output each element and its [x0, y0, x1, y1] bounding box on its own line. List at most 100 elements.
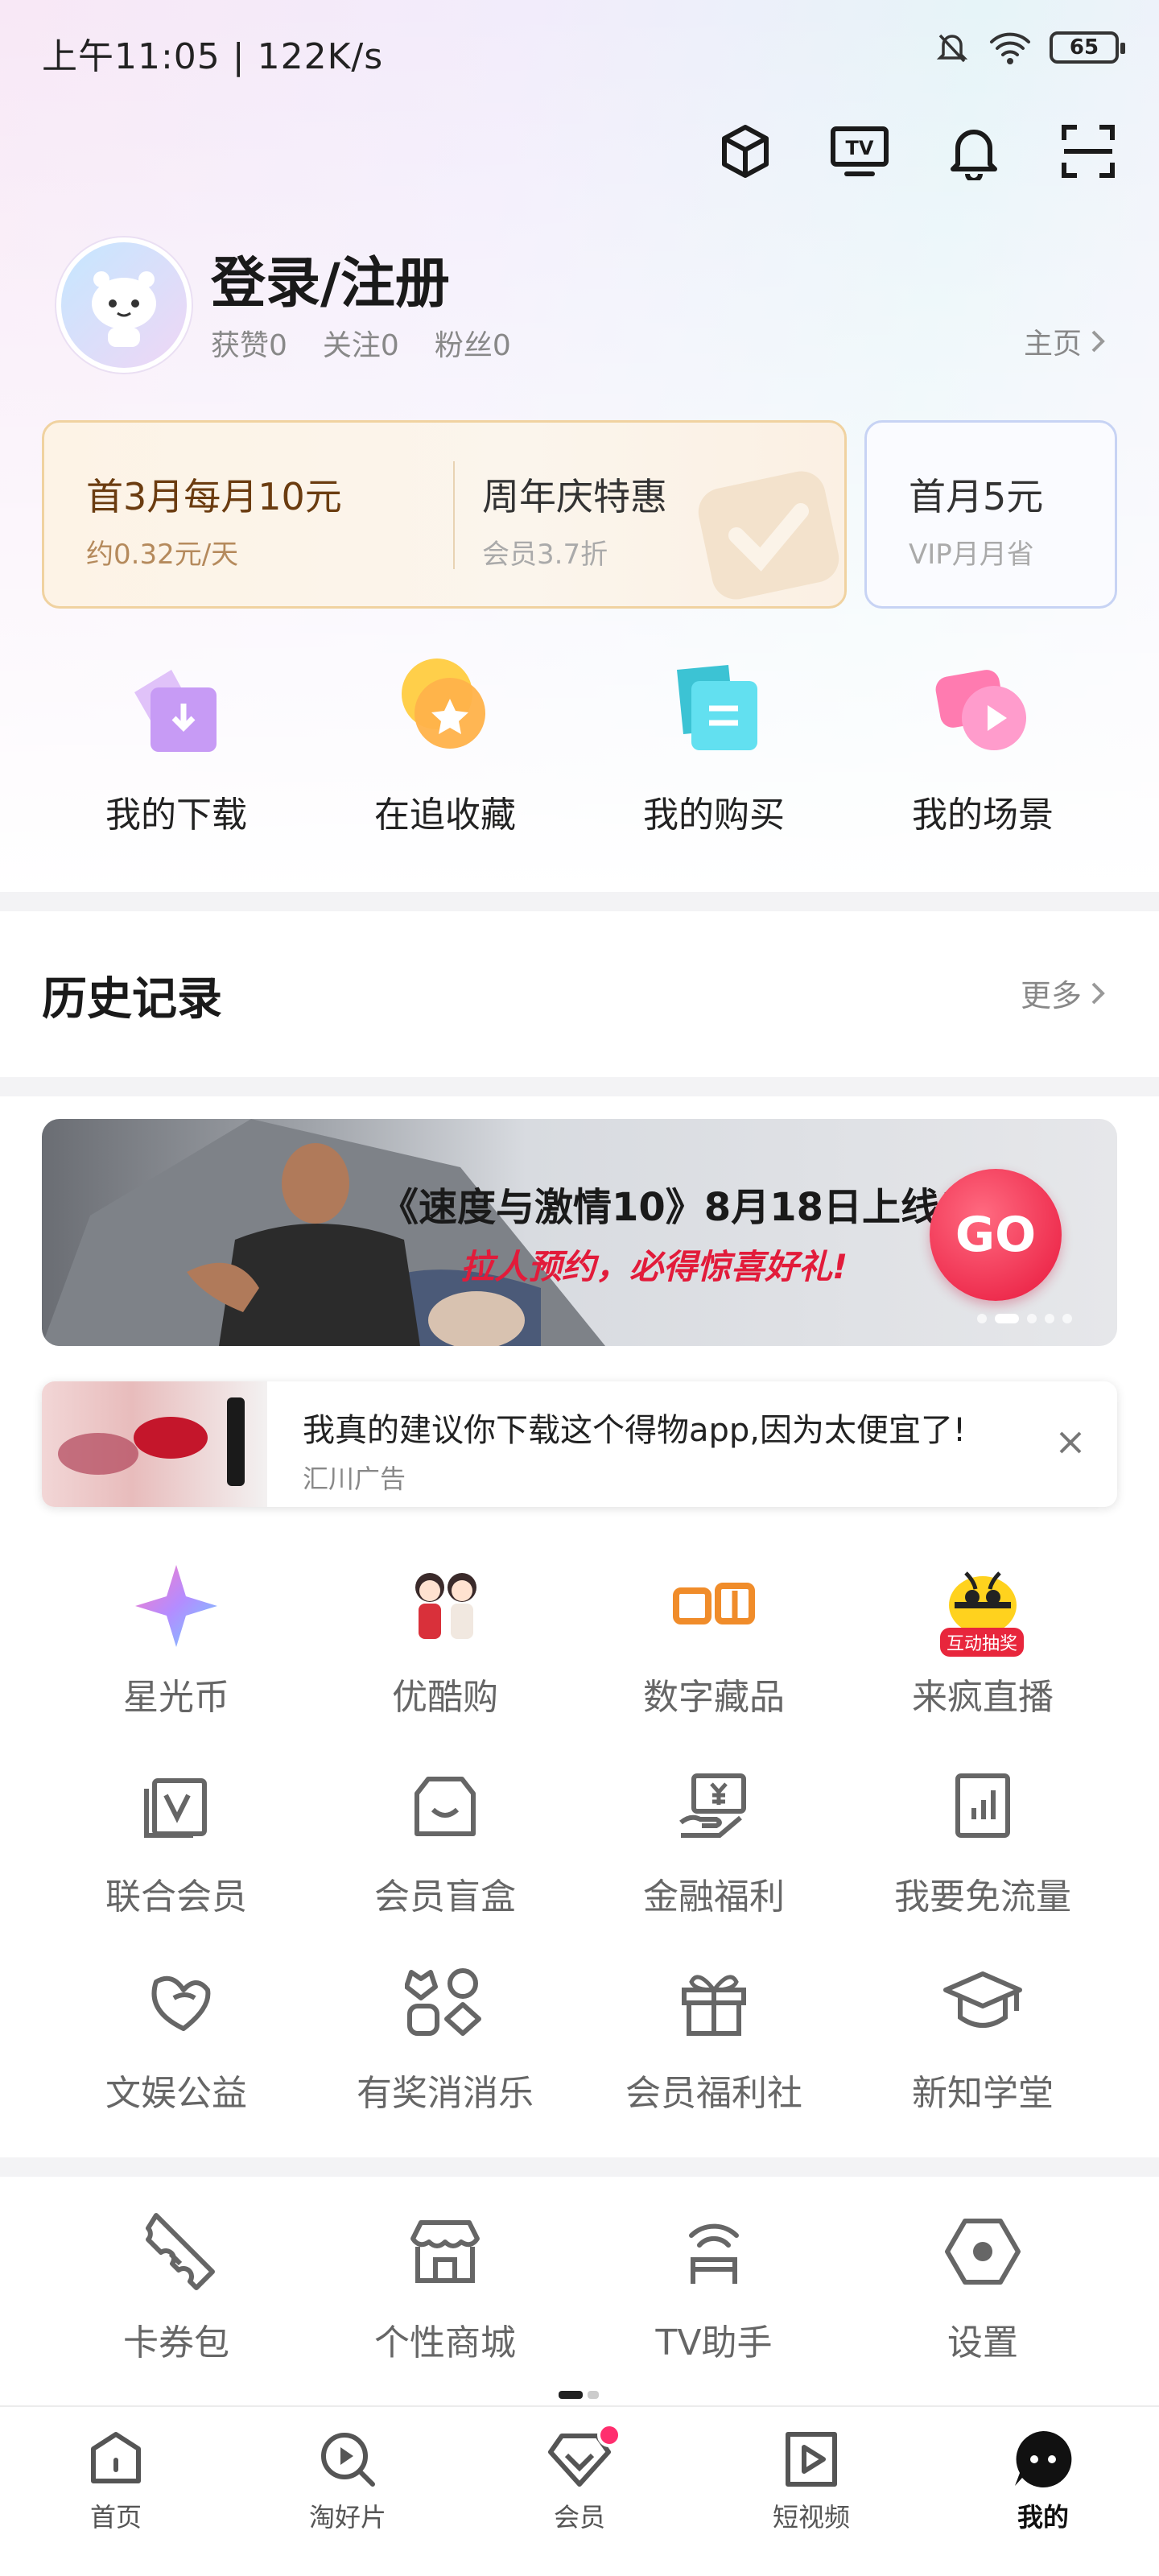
tool-settings[interactable]: 设置 — [848, 2207, 1117, 2365]
vip-offer-title: 首月5元 — [909, 475, 1044, 518]
tv-icon[interactable]: TV — [829, 121, 890, 182]
service-mystery-box[interactable]: 会员盲盒 — [311, 1761, 580, 1919]
cube-icon[interactable] — [715, 121, 776, 182]
service-welfare-club[interactable]: 会员福利社 — [580, 1958, 848, 2116]
service-label: 数字藏品 — [643, 1677, 785, 1718]
history-title: 历史记录 — [42, 973, 222, 1026]
carousel-indicator — [977, 1314, 1072, 1323]
ad-text: 我真的建议你下载这个得物app,因为太便宜了! — [303, 1412, 967, 1449]
scan-icon[interactable] — [1058, 121, 1119, 182]
service-match-game[interactable]: 有奖消消乐 — [311, 1958, 580, 2116]
service-star-coin[interactable]: 星光币 — [42, 1562, 311, 1719]
quick-item-label: 在追收藏 — [374, 795, 516, 836]
quick-item-scenes[interactable]: 我的场景 — [848, 652, 1117, 837]
service-youku-shop[interactable]: 优酷购 — [311, 1562, 580, 1719]
section-divider — [0, 2157, 1159, 2177]
ad-card[interactable]: 我真的建议你下载这个得物app,因为太便宜了! 汇川广告 — [42, 1381, 1117, 1507]
banner-subline: 拉人预约，必得惊喜好礼! — [460, 1247, 848, 1286]
homepage-link[interactable]: 主页 — [1024, 320, 1107, 362]
bottom-tab-bar: 首页 淘好片 会员 短视频 我的 — [0, 2405, 1159, 2576]
quick-item-purchases[interactable]: 我的购买 — [580, 652, 848, 837]
couple-figures-icon — [401, 1562, 489, 1650]
digital-collectible-icon — [670, 1562, 758, 1650]
service-charity[interactable]: 文娱公益 — [42, 1958, 311, 2116]
joint-member-icon — [132, 1761, 221, 1850]
history-more-link[interactable]: 更多 — [1021, 971, 1107, 1015]
vip-offer-anniversary[interactable]: 周年庆特惠 会员3.7折 — [482, 468, 667, 572]
page-dot-active — [559, 2391, 583, 2399]
service-label: 新知学堂 — [912, 2073, 1054, 2114]
tab-home[interactable]: 首页 — [0, 2407, 232, 2576]
quick-item-favorites[interactable]: 在追收藏 — [311, 652, 580, 837]
status-icons: 65 — [934, 29, 1125, 66]
tab-mine[interactable]: 我的 — [927, 2407, 1159, 2576]
tools-page-indicator — [559, 2391, 599, 2399]
homepage-label: 主页 — [1023, 328, 1082, 361]
mine-icon — [1015, 2430, 1072, 2487]
service-knowledge-school[interactable]: 新知学堂 — [848, 1958, 1117, 2116]
avatar[interactable] — [56, 237, 192, 373]
vip-offer-subtitle: 会员3.7折 — [482, 539, 608, 571]
star-icon — [389, 652, 501, 765]
mystery-box-icon — [401, 1761, 489, 1850]
service-label: 有奖消消乐 — [357, 2073, 534, 2114]
likes-count[interactable]: 获赞0 — [211, 322, 287, 364]
chevron-right-icon — [1091, 330, 1105, 353]
tab-label: 会员 — [553, 2502, 605, 2533]
service-finance-benefits[interactable]: 金融福利 — [580, 1761, 848, 1919]
svg-text:TV: TV — [846, 137, 874, 159]
services-row: 星光币 优酷购 数字藏品 互动抽奖 来疯直播 — [42, 1562, 1117, 1719]
short-video-icon — [786, 2432, 837, 2487]
carousel-dot — [1062, 1314, 1072, 1323]
vip-offer-monthly[interactable]: 首3月每月10元 约0.32元/天 — [86, 468, 342, 572]
tool-label: TV助手 — [655, 2322, 773, 2363]
service-joint-membership[interactable]: 联合会员 — [42, 1761, 311, 1919]
play-scene-icon — [926, 652, 1039, 765]
go-button[interactable]: GO — [930, 1169, 1062, 1301]
battery-icon: 65 — [1050, 31, 1125, 64]
lottery-badge: 互动抽奖 — [940, 1628, 1025, 1657]
close-icon[interactable] — [1056, 1422, 1085, 1467]
vip-offer-title: 周年庆特惠 — [482, 475, 667, 518]
vip-offer-subtitle: 约0.32元/天 — [86, 539, 239, 571]
service-label: 会员福利社 — [625, 2073, 802, 2114]
carousel-dot-active — [995, 1314, 1019, 1323]
tab-vip[interactable]: 会员 — [464, 2407, 695, 2576]
services-row: 文娱公益 有奖消消乐 会员福利社 新知学堂 — [42, 1958, 1117, 2116]
service-laifeng-live[interactable]: 互动抽奖 来疯直播 — [848, 1562, 1117, 1719]
tab-label: 短视频 — [772, 2502, 850, 2533]
tool-coupon-wallet[interactable]: 卡券包 — [42, 2207, 311, 2365]
banner-headline: 《速度与激情10》8月18日上线! — [380, 1185, 957, 1230]
tab-short-video[interactable]: 短视频 — [695, 2407, 927, 2576]
top-actions: TV — [715, 121, 1119, 182]
following-count[interactable]: 关注0 — [323, 322, 399, 364]
quick-item-download[interactable]: 我的下载 — [42, 652, 311, 837]
free-data-icon — [938, 1761, 1027, 1850]
home-icon — [91, 2432, 141, 2483]
carousel-dot — [977, 1314, 987, 1323]
vip-offer-first-month[interactable]: 首月5元 VIP月月省 — [864, 420, 1117, 609]
service-digital-collectibles[interactable]: 数字藏品 — [580, 1562, 848, 1719]
fans-count[interactable]: 粉丝0 — [435, 322, 511, 364]
carousel-dot — [1027, 1314, 1037, 1323]
login-register-link[interactable]: 登录/注册 — [211, 238, 450, 318]
tool-tv-assistant[interactable]: TV助手 — [580, 2207, 848, 2365]
vip-offer-card[interactable]: 首3月每月10元 约0.32元/天 周年庆特惠 会员3.7折 — [42, 420, 847, 609]
bell-icon[interactable] — [943, 121, 1004, 182]
service-label: 联合会员 — [105, 1876, 247, 1918]
chevron-right-icon — [1091, 982, 1105, 1004]
services-row: 联合会员 会员盲盒 金融福利 我要免流量 — [42, 1761, 1117, 1919]
promo-banner[interactable]: 《速度与激情10》8月18日上线! 拉人预约，必得惊喜好礼! GO — [42, 1119, 1117, 1346]
vip-offer-title: 首3月每月10元 — [86, 475, 342, 518]
tab-discover[interactable]: 淘好片 — [232, 2407, 464, 2576]
wifi-icon — [990, 32, 1030, 64]
tab-label: 我的 — [1017, 2502, 1069, 2533]
tool-personal-store[interactable]: 个性商城 — [311, 2207, 580, 2365]
service-label: 会员盲盒 — [374, 1876, 516, 1918]
carousel-dot — [1045, 1314, 1054, 1323]
profile-stats: 获赞0 关注0 粉丝0 — [211, 322, 511, 364]
service-label: 我要免流量 — [894, 1876, 1071, 1918]
service-free-data[interactable]: 我要免流量 — [848, 1761, 1117, 1919]
more-label: 更多 — [1020, 978, 1082, 1013]
tool-label: 设置 — [947, 2322, 1018, 2363]
